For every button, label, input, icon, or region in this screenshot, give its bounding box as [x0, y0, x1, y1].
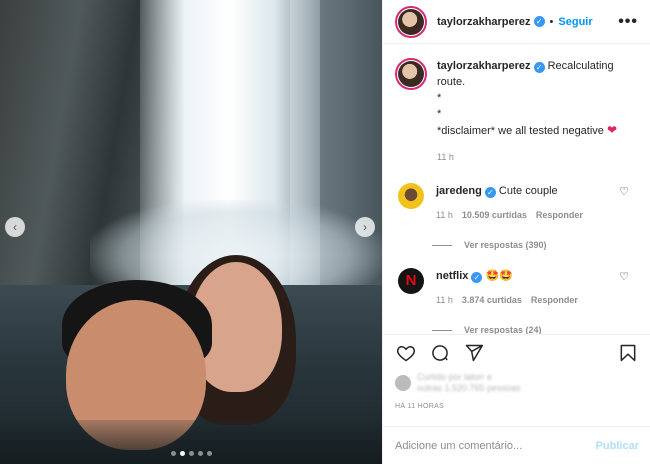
carousel-next-button[interactable]: ›: [355, 217, 375, 237]
comment-like-heart-icon[interactable]: ♡: [619, 270, 629, 283]
follow-button[interactable]: Seguir: [558, 16, 592, 28]
post-side-panel: taylorzakharperez ✓ • Seguir ••• taylorz…: [382, 0, 650, 464]
comment-input[interactable]: [395, 439, 596, 452]
comment-body: netflix ✓ 🤩🤩 11 h 3.874 curtidas Responde…: [436, 268, 578, 308]
comment-like-heart-icon[interactable]: ♡: [619, 185, 629, 198]
commenter-avatar[interactable]: [398, 183, 424, 209]
like-heart-icon[interactable]: [395, 342, 417, 364]
likes-text: Curtido por latorr e outras 1.520.765 pe…: [417, 372, 521, 393]
comment-time[interactable]: 11 h: [436, 207, 453, 223]
carousel-dot: [188, 451, 194, 456]
carousel-dot: [206, 451, 212, 456]
caption-text-0: Recalculating: [547, 60, 614, 72]
publish-button[interactable]: Publicar: [596, 440, 639, 452]
comment-likes[interactable]: 10.509 curtidas: [462, 207, 527, 223]
caption-username[interactable]: taylorzakharperez: [437, 60, 531, 72]
verified-badge-icon: ✓: [484, 187, 496, 198]
post-photo[interactable]: ‹ ›: [0, 0, 382, 464]
caption-timestamp[interactable]: 11 h: [437, 149, 617, 165]
post-caption: taylorzakharperez ✓ Recalculating route. …: [395, 58, 639, 165]
comment-likes[interactable]: 3.874 curtidas: [462, 292, 522, 308]
comment-text: Cute couple: [498, 185, 558, 197]
carousel-dot: [179, 451, 185, 456]
more-options-icon[interactable]: •••: [618, 13, 638, 31]
reply-button[interactable]: Responder: [531, 292, 578, 308]
action-bar: [395, 335, 639, 371]
instagram-post: ‹ › taylorzakharperez ✓ • Seguir ••• tay…: [0, 0, 650, 464]
verified-badge-icon: ✓: [533, 16, 545, 27]
author-avatar[interactable]: [395, 5, 427, 38]
post-actions-section: Curtido por latorr e outras 1.520.765 pe…: [383, 334, 650, 410]
caption-text-4: *disclaimer* we all tested negative ❤: [437, 123, 618, 137]
caption-line-0: taylorzakharperez ✓ Recalculating: [437, 60, 614, 73]
separator-dot: •: [549, 15, 554, 28]
waterfall-scene: [0, 0, 382, 464]
verified-badge-icon: ✓: [471, 272, 483, 283]
water-foreground: [0, 420, 382, 464]
caption-author-avatar[interactable]: [395, 58, 427, 90]
heart-emoji-icon: ❤: [606, 123, 618, 137]
carousel-prev-button[interactable]: ‹: [5, 217, 25, 237]
verified-badge-icon: ✓: [533, 62, 545, 73]
reply-button[interactable]: Responder: [536, 207, 583, 223]
replies-divider: [432, 329, 452, 331]
commenter-username[interactable]: netflix: [436, 270, 468, 282]
comment-bubble-icon[interactable]: [429, 342, 451, 364]
share-send-icon[interactable]: [463, 342, 485, 364]
liker-avatar: [395, 375, 411, 391]
view-replies-button[interactable]: Ver respostas (390): [432, 240, 639, 250]
add-comment-bar: Publicar: [383, 426, 650, 464]
commenter-username[interactable]: jaredeng: [436, 185, 482, 197]
comment-time[interactable]: 11 h: [436, 292, 453, 308]
likes-summary[interactable]: Curtido por latorr e outras 1.520.765 pe…: [395, 371, 639, 395]
comment-text: 🤩🤩: [485, 270, 513, 282]
chevron-left-icon: ‹: [13, 220, 17, 234]
post-header: taylorzakharperez ✓ • Seguir •••: [383, 0, 650, 44]
comment-meta: 11 h 3.874 curtidas Responder: [436, 292, 578, 308]
comment-body: jaredeng ✓ Cute couple 11 h 10.509 curtid…: [436, 183, 583, 223]
replies-divider: [432, 244, 452, 246]
author-username[interactable]: taylorzakharperez: [437, 16, 531, 28]
carousel-dot: [197, 451, 203, 456]
carousel-indicator: [0, 451, 382, 456]
comments-list: taylorzakharperez ✓ Recalculating route. …: [383, 44, 650, 335]
caption-text-1: route.: [437, 76, 466, 88]
view-replies-label: Ver respostas (390): [464, 240, 547, 250]
comment-meta: 11 h 10.509 curtidas Responder: [436, 207, 583, 223]
caption-body: taylorzakharperez ✓ Recalculating route. …: [437, 58, 617, 165]
chevron-right-icon: ›: [363, 220, 367, 234]
comment-item: jaredeng ✓ Cute couple 11 h 10.509 curtid…: [395, 183, 639, 223]
post-date[interactable]: HÁ 11 HORAS: [395, 403, 639, 410]
comment-item: N netflix ✓ 🤩🤩 11 h 3.874 curtidas Respon…: [395, 268, 639, 308]
save-bookmark-icon[interactable]: [617, 342, 639, 364]
caption-text-2: *: [437, 92, 442, 104]
carousel-dot: [170, 451, 176, 456]
commenter-avatar[interactable]: N: [398, 268, 424, 294]
caption-text-3: *: [437, 108, 442, 120]
